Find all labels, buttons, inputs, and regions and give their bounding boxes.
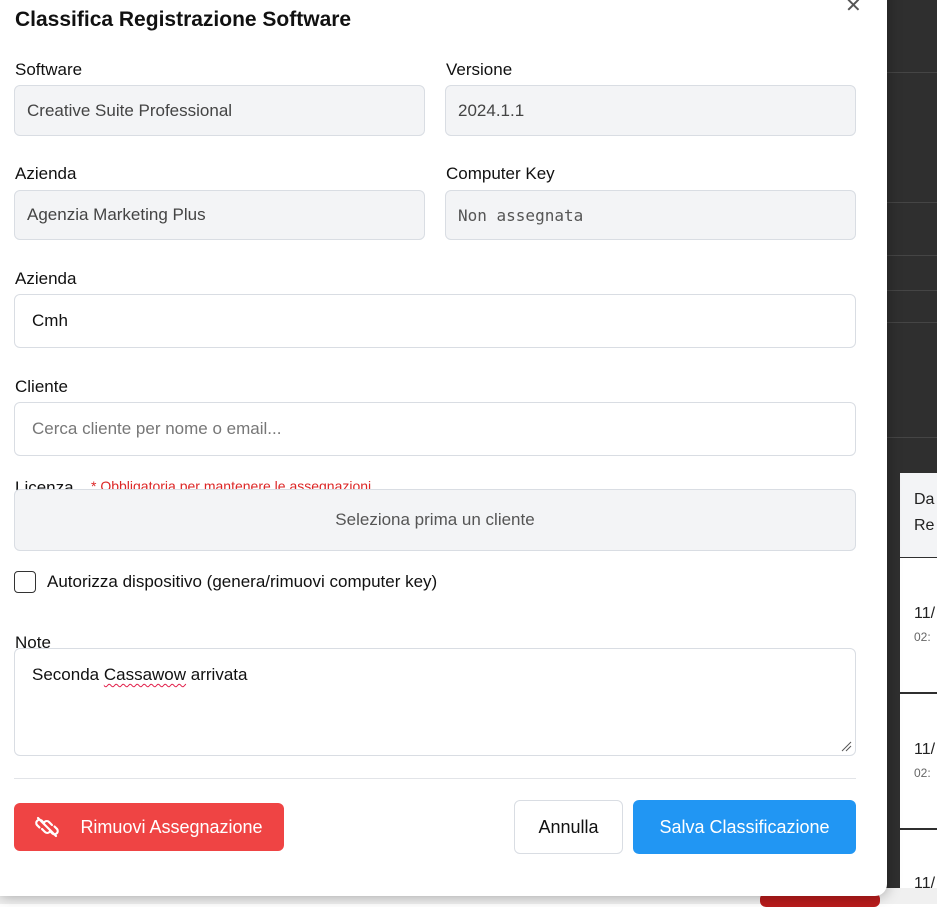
computer-key-label: Computer Key: [446, 164, 555, 183]
license-select[interactable]: Seleziona prima un cliente: [14, 489, 856, 551]
background-table-header: [900, 473, 937, 557]
save-classification-button[interactable]: Salva Classificazione: [633, 800, 856, 854]
remove-assignment-button[interactable]: Rimuovi Assegnazione: [14, 803, 284, 851]
version-value: 2024.1.1: [458, 100, 525, 120]
license-placeholder: Seleziona prima un cliente: [335, 510, 535, 529]
client-search-input[interactable]: [14, 402, 856, 456]
background-row-date: 11/: [914, 741, 936, 758]
authorize-device-checkbox[interactable]: [14, 571, 36, 593]
save-classification-label: Salva Classificazione: [659, 816, 830, 837]
cancel-button[interactable]: Annulla: [514, 800, 623, 854]
version-label: Versione: [446, 60, 513, 79]
company-readonly-field: Agenzia Marketing Plus: [14, 190, 425, 240]
notes-text: arrivata: [186, 665, 248, 684]
footer-divider: [14, 778, 856, 779]
software-label: Software: [15, 60, 83, 79]
notes-misspelled-word: Cassawow: [103, 665, 187, 684]
version-field: 2024.1.1: [445, 85, 856, 136]
close-icon[interactable]: ✕: [845, 0, 862, 16]
notes-textarea[interactable]: Seconda Cassawow arrivata: [14, 648, 856, 756]
background-row-time: 02:: [914, 630, 931, 644]
remove-assignment-label: Rimuovi Assegnazione: [80, 816, 263, 837]
company-input[interactable]: [14, 294, 856, 348]
company-label: Azienda: [15, 269, 77, 288]
computer-key-field: Non assegnata: [445, 190, 856, 240]
software-field: Creative Suite Professional: [14, 85, 425, 136]
software-value: Creative Suite Professional: [27, 100, 233, 120]
background-row-time: 02:: [914, 766, 931, 780]
classification-modal: Classifica Registrazione Software ✕ Soft…: [0, 0, 887, 896]
background-column-header: Re: [914, 517, 935, 534]
authorize-device-label[interactable]: Autorizza dispositivo (genera/rimuovi co…: [47, 572, 437, 592]
background-row-date: 11/: [914, 605, 936, 622]
client-label: Cliente: [15, 377, 68, 396]
background-table-row: [900, 558, 937, 692]
resize-grip-icon[interactable]: [840, 740, 852, 752]
notes-text: Seconda: [32, 665, 104, 684]
company-readonly-value: Agenzia Marketing Plus: [27, 205, 206, 224]
cancel-label: Annulla: [538, 816, 599, 837]
computer-key-value: Non assegnata: [458, 205, 584, 225]
background-table-row: [900, 694, 937, 828]
modal-title: Classifica Registrazione Software: [15, 8, 352, 31]
company-readonly-label: Azienda: [15, 164, 77, 183]
unlink-icon: [35, 816, 60, 838]
background-column-header: Da: [914, 491, 935, 508]
